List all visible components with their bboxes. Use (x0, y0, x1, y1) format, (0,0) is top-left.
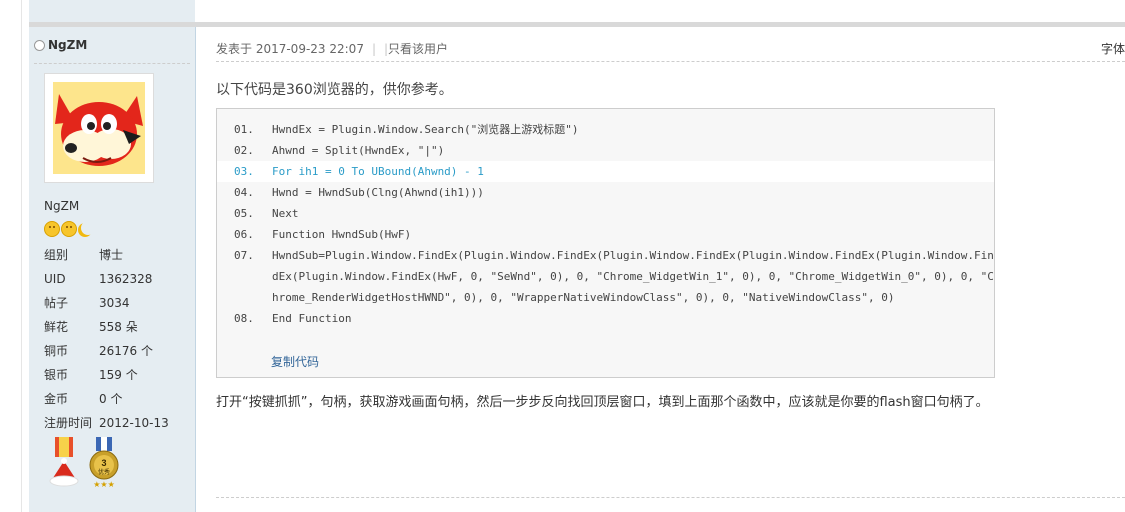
svg-text:★★★: ★★★ (93, 480, 115, 489)
author-sidebar: NgZM NgZM 组别 博士 UID 1362328 帖子 3034 鲜花 5… (29, 27, 196, 512)
stat-row-copper: 铜币 26176 个 (44, 339, 194, 363)
author-badges: 3 优秀 ★★★ (49, 437, 121, 489)
smiley-level-icon (61, 221, 77, 237)
stat-value: 558 朵 (99, 320, 138, 334)
code-text: Next (272, 207, 299, 220)
fox-avatar-image (45, 74, 153, 182)
previous-post-sidebar (29, 0, 195, 22)
stat-row-register-date: 注册时间 2012-10-13 (44, 411, 194, 435)
stat-key: 鲜花 (44, 320, 69, 334)
stat-row-group: 组别 博士 (44, 243, 194, 267)
posted-time: 发表于 2017-09-23 22:07 (216, 42, 364, 56)
code-text: End Function (272, 312, 352, 325)
code-text: HwndEx = Plugin.Window.Search("浏览器上游戏标题"… (272, 123, 579, 136)
line-number: 07. (234, 249, 254, 262)
offline-status-icon (34, 39, 45, 51)
post-bottom-divider (216, 497, 1125, 498)
copy-code-link[interactable]: 复制代码 (271, 353, 319, 370)
code-line: 04. Hwnd = HwndSub(Clng(Ahwnd(ih1))) (217, 182, 994, 203)
stat-key: 组别 (44, 248, 69, 262)
code-text: For ih1 = 0 To UBound(Ahwnd) - 1 (272, 165, 484, 178)
stat-row-posts: 帖子 3034 (44, 291, 194, 315)
meta-divider-line (216, 61, 1125, 62)
medal-level-text: 3 (101, 458, 106, 468)
moon-level-icon (81, 221, 95, 235)
level-3-medal-icon[interactable]: 3 优秀 ★★★ (87, 437, 121, 489)
code-block: 01. HwndEx = Plugin.Window.Search("浏览器上游戏… (216, 108, 995, 378)
stat-row-uid: UID 1362328 (44, 267, 194, 291)
author-name-link[interactable]: NgZM (48, 38, 87, 52)
medal-caption-text: 优秀 (98, 468, 110, 476)
stat-value[interactable]: 3034 (99, 291, 130, 315)
stat-key: 帖子 (44, 296, 69, 310)
line-number: 08. (234, 312, 254, 325)
line-number: 01. (234, 123, 254, 136)
stat-row-gold: 金币 0 个 (44, 387, 194, 411)
line-number: 02. (234, 144, 254, 157)
sidebar-divider (34, 63, 190, 64)
only-this-user-link[interactable]: 只看该用户 (388, 40, 448, 57)
stat-value: 0 个 (99, 392, 123, 406)
code-lines: 01. HwndEx = Plugin.Window.Search("浏览器上游戏… (217, 119, 994, 329)
stat-value: 2012-10-13 (99, 416, 169, 430)
post-content-area: 发表于 2017-09-23 22:07 | | 只看该用户 字体 以下代码是3… (196, 27, 1125, 512)
stat-value: 159 个 (99, 368, 138, 382)
code-text: Hwnd = HwndSub(Clng(Ahwnd(ih1))) (272, 186, 484, 199)
code-text: HwndSub=Plugin.Window.FindEx(Plugin.Wind… (272, 249, 994, 304)
stat-row-silver: 银币 159 个 (44, 363, 194, 387)
code-text: Function HwndSub(HwF) (272, 228, 412, 241)
author-stats: 组别 博士 UID 1362328 帖子 3034 鲜花 558 朵 铜币 26176 个… (44, 243, 194, 435)
code-line: 01. HwndEx = Plugin.Window.Search("浏览器上游戏… (217, 119, 994, 140)
stat-key: 银币 (44, 368, 69, 382)
smiley-level-icon (44, 221, 60, 237)
code-line: 05. Next (217, 203, 994, 224)
page-left-gutter (0, 0, 22, 512)
stat-value: 26176 个 (99, 344, 153, 358)
code-line: 06. Function HwndSub(HwF) (217, 224, 994, 245)
santa-medal-icon[interactable] (49, 437, 79, 489)
stat-key: 注册时间 (44, 416, 93, 430)
avatar[interactable] (44, 73, 154, 183)
stat-key: 金币 (44, 392, 69, 406)
post-intro-text: 以下代码是360浏览器的，供你参考。 (216, 82, 453, 98)
code-line: 02. Ahwnd = Split(HwndEx, "|") (217, 140, 994, 161)
stat-key: UID (44, 272, 66, 286)
stat-row-flowers: 鲜花 558 朵 (44, 315, 194, 339)
stat-key: 铜币 (44, 344, 69, 358)
code-line: 07. HwndSub=Plugin.Window.FindEx(Plugin.W… (217, 245, 994, 308)
line-number: 06. (234, 228, 254, 241)
code-line-highlighted: 03. For ih1 = 0 To UBound(Ahwnd) - 1 (217, 161, 994, 182)
line-number: 04. (234, 186, 254, 199)
level-icons (44, 221, 95, 237)
previous-post-bottom (29, 0, 1125, 22)
line-number: 03. (234, 165, 254, 178)
post-meta: 发表于 2017-09-23 22:07 | | 只看该用户 (216, 40, 448, 57)
code-line: 08. End Function (217, 308, 994, 329)
stat-value[interactable]: 博士 (99, 243, 123, 267)
author-row: NgZM (34, 37, 87, 53)
line-number: 05. (234, 207, 254, 220)
author-display-name[interactable]: NgZM (44, 199, 79, 213)
meta-divider-pipe: | (371, 41, 376, 56)
stat-value: 1362328 (99, 272, 153, 286)
code-text: Ahwnd = Split(HwndEx, "|") (272, 144, 445, 157)
font-size-toggle[interactable]: 字体 (1101, 40, 1125, 57)
post-followup-text: 打开“按键抓抓”，句柄，获取游戏画面句柄，然后一步步反向找回顶层窗口，填到上面那… (216, 395, 989, 410)
